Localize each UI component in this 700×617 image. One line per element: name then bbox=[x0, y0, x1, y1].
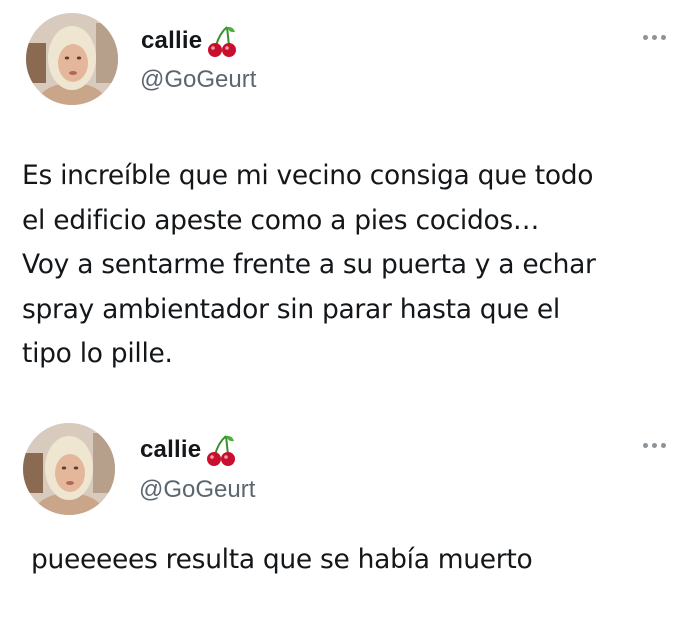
handle[interactable]: @GoGeurt bbox=[139, 476, 255, 504]
tweet-text: Es increíble que mi vecino consiga que t… bbox=[22, 160, 596, 369]
tweet: callie @GoGeurt pueeeees resulta que se … bbox=[0, 395, 700, 617]
more-icon[interactable] bbox=[643, 35, 666, 40]
display-name[interactable]: callie bbox=[140, 436, 201, 464]
avatar-image bbox=[26, 13, 118, 105]
cherry-icon bbox=[206, 433, 236, 467]
avatar[interactable] bbox=[26, 13, 118, 105]
display-name-row: callie bbox=[140, 433, 236, 467]
tweet-text: pueeeees resulta que se había muerto bbox=[31, 544, 533, 575]
display-name-row: callie bbox=[141, 24, 237, 58]
cherry-icon bbox=[207, 24, 237, 58]
display-name[interactable]: callie bbox=[141, 27, 202, 55]
avatar[interactable] bbox=[23, 423, 115, 515]
more-icon[interactable] bbox=[643, 443, 666, 448]
tweet: callie @GoGeurt Es increíble que mi veci… bbox=[0, 0, 700, 395]
handle[interactable]: @GoGeurt bbox=[140, 66, 256, 94]
avatar-image bbox=[23, 423, 115, 515]
